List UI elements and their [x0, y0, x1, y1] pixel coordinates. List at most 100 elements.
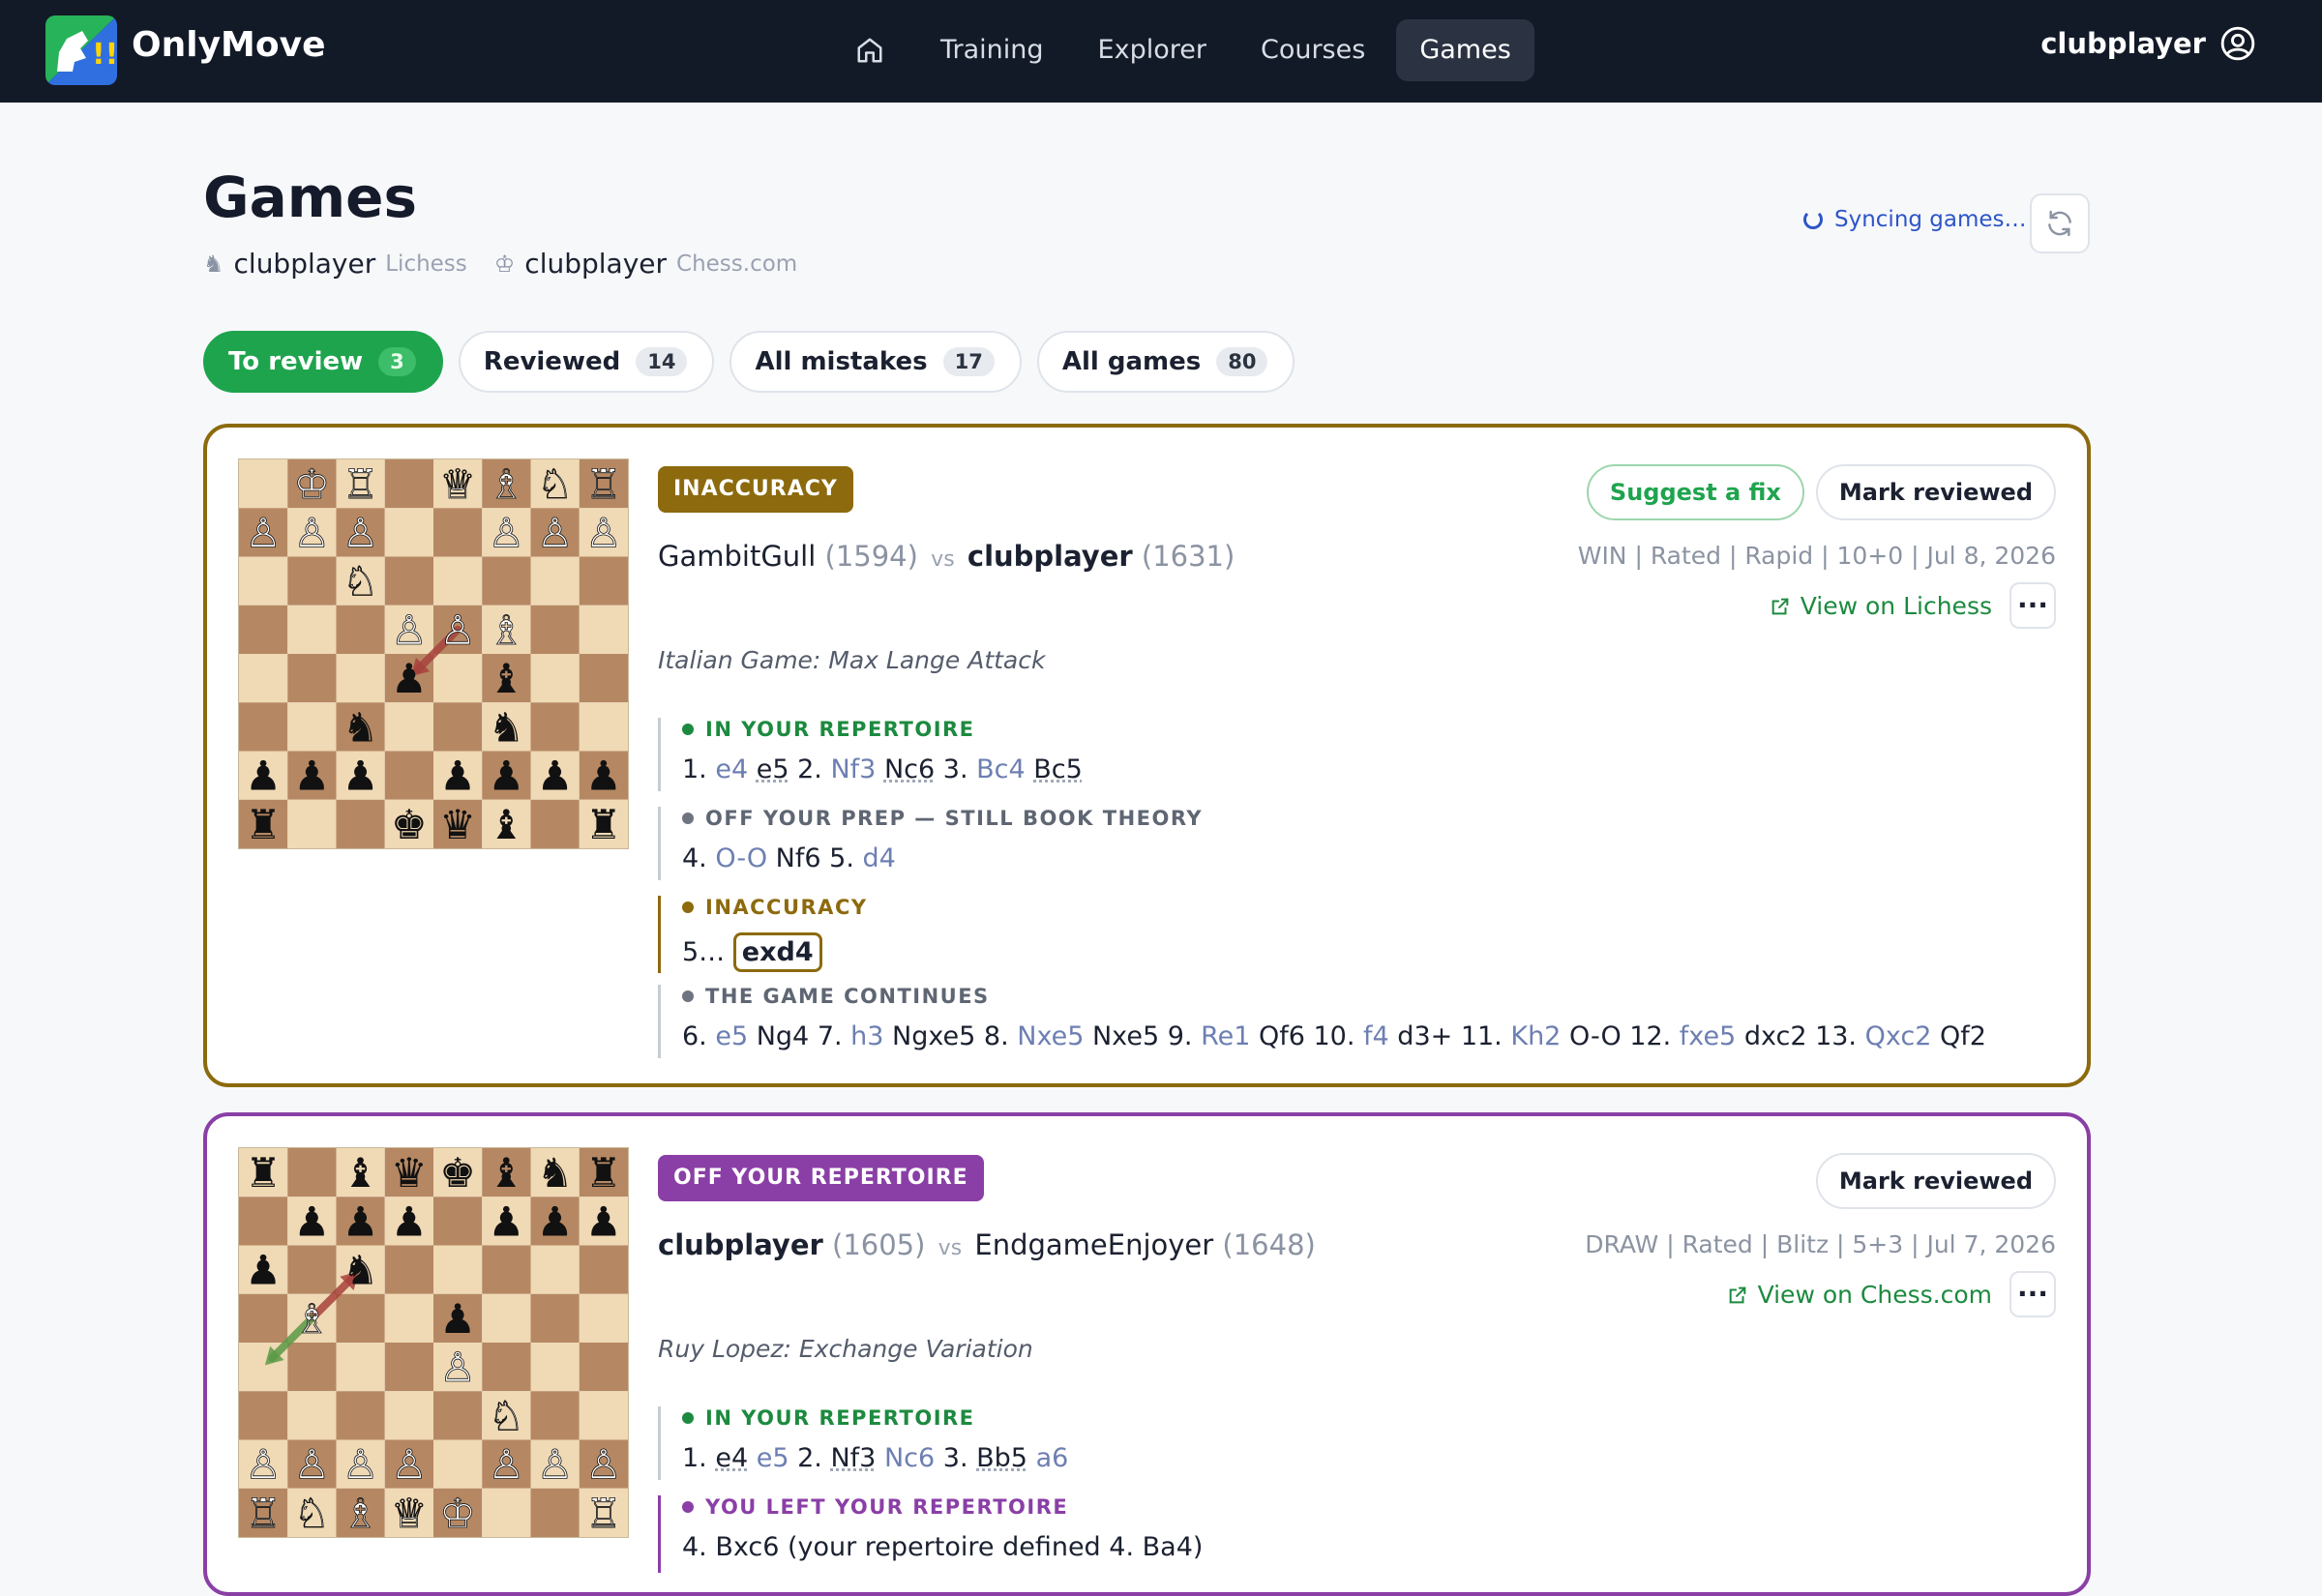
board-square[interactable] — [531, 1391, 580, 1439]
board-square[interactable] — [385, 1391, 433, 1439]
chess-board[interactable]: ♔ ♖ ♕ ♗ ♘ ♖ ♙ ♙ ♙ ♙ ♙ ♙ ♘ ♙ ♙ ♗ ♟ ♝ ♞ ♞ ♟ ♟ ♟ ♟ ♟ ♟ ♟ ♜ ♚ ♛ ♝ ♜ — [238, 458, 629, 849]
board-square[interactable] — [287, 654, 336, 702]
white-knight-icon[interactable]: ♘ — [489, 1392, 525, 1439]
black-bishop-icon[interactable]: ♝ — [489, 801, 525, 848]
chess-board[interactable]: ♜ ♝ ♛ ♚ ♝ ♞ ♜ ♟ ♟ ♟ ♟ ♟ ♟ ♟ ♞ ♗ ♟ ♙ ♘ ♙ ♙ ♙ ♙ ♙ ♙ ♙ ♖ ♘ ♗ ♕ ♔ ♖ — [238, 1147, 629, 1538]
white-bishop-icon[interactable]: ♗ — [489, 606, 525, 654]
black-pawn-icon[interactable]: ♟ — [245, 753, 282, 800]
black-player[interactable]: EndgameEnjoyer — [974, 1228, 1213, 1261]
board-square[interactable] — [433, 654, 482, 702]
black-rook-icon[interactable]: ♜ — [245, 801, 282, 848]
board-square[interactable] — [287, 1343, 336, 1391]
board-square[interactable] — [433, 702, 482, 751]
black-bishop-icon[interactable]: ♝ — [489, 655, 525, 702]
board-square[interactable] — [482, 1343, 530, 1391]
board-square[interactable] — [580, 1391, 628, 1439]
board-square[interactable] — [287, 1148, 336, 1197]
board-square[interactable] — [239, 1197, 287, 1245]
black-king-icon[interactable]: ♚ — [439, 1149, 476, 1197]
nav-training[interactable]: Training — [917, 19, 1067, 81]
board-square[interactable] — [531, 557, 580, 606]
board-square[interactable] — [239, 654, 287, 702]
board-square[interactable] — [239, 1294, 287, 1343]
more-options-button[interactable]: ··· — [2009, 582, 2056, 629]
black-pawn-icon[interactable]: ♟ — [439, 753, 476, 800]
board-square[interactable] — [287, 1246, 336, 1294]
board-square[interactable] — [287, 800, 336, 848]
more-options-button[interactable]: ··· — [2009, 1271, 2056, 1317]
board-square[interactable] — [580, 1294, 628, 1343]
board-square[interactable] — [531, 800, 580, 848]
mark-reviewed-button[interactable]: Mark reviewed — [1816, 464, 2056, 520]
white-rook-icon[interactable]: ♖ — [342, 460, 379, 508]
board-square[interactable] — [385, 1294, 433, 1343]
board-square[interactable] — [433, 1246, 482, 1294]
board-square[interactable] — [580, 1343, 628, 1391]
black-pawn-icon[interactable]: ♟ — [245, 1247, 282, 1294]
black-queen-icon[interactable]: ♛ — [391, 1149, 428, 1197]
white-pawn-icon[interactable]: ♙ — [537, 509, 574, 556]
white-pawn-icon[interactable]: ♙ — [245, 1441, 282, 1489]
board-square[interactable] — [385, 1246, 433, 1294]
white-pawn-icon[interactable]: ♙ — [585, 1441, 622, 1489]
black-pawn-icon[interactable]: ♟ — [537, 1197, 574, 1245]
board-square[interactable] — [385, 1343, 433, 1391]
white-pawn-icon[interactable]: ♙ — [294, 509, 331, 556]
board-square[interactable] — [580, 702, 628, 751]
mistake-move[interactable]: exd4 — [733, 932, 822, 972]
refresh-button[interactable] — [2030, 193, 2090, 253]
board-square[interactable] — [531, 1343, 580, 1391]
white-king-icon[interactable]: ♔ — [439, 1490, 476, 1537]
app-logo-icon[interactable]: !! — [45, 15, 117, 85]
board-square[interactable] — [580, 1246, 628, 1294]
board-square[interactable] — [337, 1294, 385, 1343]
white-rook-icon[interactable]: ♖ — [585, 1490, 622, 1537]
black-pawn-icon[interactable]: ♟ — [342, 753, 379, 800]
board-square[interactable] — [531, 1489, 580, 1537]
board-square[interactable] — [239, 459, 287, 508]
white-pawn-icon[interactable]: ♙ — [489, 1441, 525, 1489]
board-square[interactable] — [580, 557, 628, 606]
nav-explorer[interactable]: Explorer — [1075, 19, 1230, 81]
white-rook-icon[interactable]: ♖ — [245, 1490, 282, 1537]
black-bishop-icon[interactable]: ♝ — [489, 1149, 525, 1197]
board-square[interactable] — [287, 606, 336, 654]
black-knight-icon[interactable]: ♞ — [342, 1247, 379, 1294]
view-game-link[interactable]: View on Lichess — [1770, 592, 1992, 620]
board-square[interactable] — [385, 508, 433, 556]
board-square[interactable] — [531, 1246, 580, 1294]
black-pawn-icon[interactable]: ♟ — [294, 753, 331, 800]
white-knight-icon[interactable]: ♘ — [294, 1490, 331, 1537]
white-king-icon[interactable]: ♔ — [294, 460, 331, 508]
white-bishop-icon[interactable]: ♗ — [489, 460, 525, 508]
black-pawn-icon[interactable]: ♟ — [537, 753, 574, 800]
white-knight-icon[interactable]: ♘ — [537, 460, 574, 508]
white-pawn-icon[interactable]: ♙ — [342, 1441, 379, 1489]
tab-all-games[interactable]: All games 80 — [1037, 331, 1295, 393]
white-queen-icon[interactable]: ♕ — [391, 1490, 428, 1537]
brand-name[interactable]: OnlyMove — [132, 25, 325, 65]
black-rook-icon[interactable]: ♜ — [245, 1149, 282, 1197]
black-king-icon[interactable]: ♚ — [391, 801, 428, 848]
board-square[interactable] — [433, 508, 482, 556]
board-square[interactable] — [433, 1440, 482, 1489]
black-rook-icon[interactable]: ♜ — [585, 801, 622, 848]
black-knight-icon[interactable]: ♞ — [489, 703, 525, 751]
white-knight-icon[interactable]: ♘ — [342, 558, 379, 606]
board-square[interactable] — [287, 557, 336, 606]
board-square[interactable] — [433, 1391, 482, 1439]
white-pawn-icon[interactable]: ♙ — [391, 606, 428, 654]
black-queen-icon[interactable]: ♛ — [439, 801, 476, 848]
white-player[interactable]: clubplayer — [658, 1228, 823, 1261]
board-square[interactable] — [337, 1391, 385, 1439]
tab-all-mistakes[interactable]: All mistakes 17 — [729, 331, 1021, 393]
board-square[interactable] — [385, 459, 433, 508]
board-square[interactable] — [239, 702, 287, 751]
board-square[interactable] — [482, 1246, 530, 1294]
board-square[interactable] — [531, 1294, 580, 1343]
white-pawn-icon[interactable]: ♙ — [537, 1441, 574, 1489]
mark-reviewed-button[interactable]: Mark reviewed — [1816, 1153, 2056, 1209]
tab-reviewed[interactable]: Reviewed 14 — [459, 331, 715, 393]
black-pawn-icon[interactable]: ♟ — [342, 1197, 379, 1245]
board-square[interactable] — [239, 606, 287, 654]
